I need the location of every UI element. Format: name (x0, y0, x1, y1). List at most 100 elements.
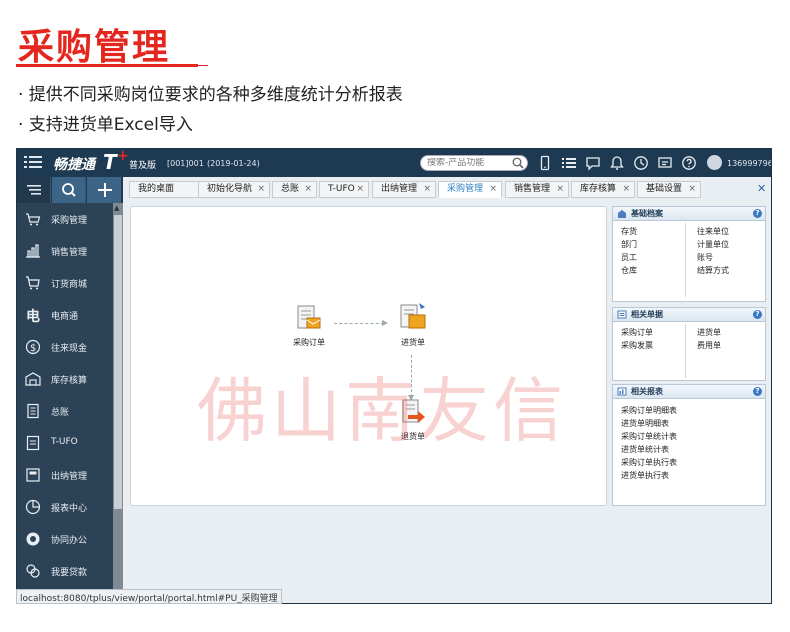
page-title: 采购管理 (18, 26, 171, 68)
link-unit[interactable]: 计量单位 (697, 238, 729, 251)
brand-logo-plus: + (117, 148, 129, 164)
panel-header: 基础档案 ? (613, 207, 765, 221)
close-icon[interactable]: × (257, 182, 265, 196)
flow-node-label: 进货单 (401, 338, 425, 347)
warehouse-icon (25, 372, 41, 386)
shopping-cart-icon (26, 276, 40, 290)
link-settlement[interactable]: 结算方式 (697, 264, 729, 277)
sidebar-item-cashier[interactable]: 出纳管理 (17, 459, 113, 491)
sidebar-item-ledger[interactable]: 总账 (17, 395, 113, 427)
help-icon[interactable]: ? (753, 310, 762, 319)
close-icon[interactable]: × (489, 182, 497, 196)
tab-basic-settings[interactable]: 基础设置 × (637, 181, 701, 198)
link-purchase-invoice[interactable]: 采购发票 (621, 339, 653, 352)
receipt-icon (400, 303, 426, 329)
app-window: 畅捷通 T + 普及版 [001]001 (2019-01-24) 136999… (16, 148, 772, 604)
tab-cashier[interactable]: 出纳管理 × (372, 181, 436, 198)
tab-label: 初始化导航 (207, 184, 253, 194)
close-icon[interactable]: × (622, 182, 630, 196)
menu-icon[interactable] (24, 155, 42, 170)
tab-inventory[interactable]: 库存核算 × (571, 181, 635, 198)
tab-desktop[interactable]: 我的桌面 (129, 181, 199, 198)
tab-init-nav[interactable]: 初始化导航 × (198, 181, 270, 198)
close-icon[interactable]: × (556, 182, 564, 196)
sidebar-item-collab[interactable]: 协同办公 (17, 523, 113, 555)
title-underline-tail (198, 65, 208, 66)
sidebar-item-cash[interactable]: $ 往来现金 (17, 331, 113, 363)
collapse-button[interactable] (17, 177, 51, 203)
sidebar-item-loan[interactable]: 我要贷款 (17, 555, 113, 587)
user-name[interactable]: 13699979658 (727, 159, 771, 168)
sidebar-item-label: 出纳管理 (51, 472, 88, 482)
avatar[interactable] (707, 155, 722, 170)
sidebar-top (17, 177, 123, 203)
search-box[interactable] (420, 155, 528, 171)
help-icon[interactable] (681, 155, 697, 171)
top-bar: 畅捷通 T + 普及版 [001]001 (2019-01-24) 136999… (17, 148, 771, 177)
help-icon[interactable]: ? (753, 387, 762, 396)
sidebar-item-report-center[interactable]: 报表中心 (17, 491, 113, 523)
link-report[interactable]: 进货单明细表 (621, 417, 677, 430)
refresh-icon[interactable] (633, 155, 649, 171)
loan-icon (26, 564, 40, 578)
close-icon[interactable]: × (423, 182, 431, 196)
sidebar-item-label: 订货商城 (51, 280, 88, 290)
tab-ledger[interactable]: 总账 × (272, 181, 317, 198)
sidebar-item-tufo[interactable]: T-UFO (17, 427, 113, 459)
search-button[interactable] (52, 177, 86, 203)
tab-tufo[interactable]: T-UFO × (319, 181, 369, 198)
mobile-icon[interactable] (537, 155, 553, 171)
link-expense[interactable]: 费用单 (697, 339, 721, 352)
link-report[interactable]: 采购订单统计表 (621, 430, 677, 443)
link-account[interactable]: 账号 (697, 251, 729, 264)
tab-purchase[interactable]: 采购管理 × (438, 181, 502, 198)
scroll-up-icon[interactable]: ▲ (114, 204, 119, 212)
sidebar-item-sales[interactable]: 销售管理 (17, 235, 113, 267)
search-icon[interactable] (512, 157, 524, 169)
brand-logo-t: T (103, 150, 117, 174)
sidebar-scrollbar[interactable]: ▲ (113, 203, 123, 603)
bell-icon[interactable] (609, 155, 625, 171)
tab-label: 库存核算 (580, 184, 617, 194)
link-partner[interactable]: 往来单位 (697, 225, 729, 238)
link-purchase-order[interactable]: 采购订单 (621, 326, 653, 339)
tab-sales[interactable]: 销售管理 × (505, 181, 569, 198)
flow-node-purchase-order[interactable]: 采购订单 (289, 303, 329, 348)
link-report[interactable]: 采购订单明细表 (621, 404, 677, 417)
scroll-thumb[interactable] (114, 215, 122, 509)
link-report[interactable]: 采购订单执行表 (621, 456, 677, 469)
svg-text:$: $ (30, 343, 36, 354)
link-department[interactable]: 部门 (621, 238, 637, 251)
link-report[interactable]: 进货单统计表 (621, 443, 677, 456)
link-employee[interactable]: 员工 (621, 251, 637, 264)
close-icon[interactable]: × (304, 182, 312, 196)
close-icon[interactable]: × (356, 182, 364, 196)
link-inventory[interactable]: 存货 (621, 225, 637, 238)
sidebar-item-purchase[interactable]: 采购管理 (17, 203, 113, 235)
sidebar-item-label: 电商通 (51, 312, 79, 322)
sidebar-item-inventory[interactable]: 库存核算 (17, 363, 113, 395)
add-button[interactable] (87, 177, 121, 203)
sidebar-item-label: 销售管理 (51, 248, 88, 258)
link-report[interactable]: 进货单执行表 (621, 469, 677, 482)
collapse-icon (27, 185, 41, 195)
help-icon[interactable]: ? (753, 209, 762, 218)
watermark-text: 佛山南友信 (197, 370, 567, 452)
flow-node-receipt[interactable]: 进货单 (393, 301, 433, 348)
panel-basic-archive: 基础档案 ? 存货 部门 员工 仓库 往来单位 计量单位 账号 结算方式 (612, 206, 766, 302)
message-icon[interactable] (585, 155, 601, 171)
sidebar-item-label: 总账 (51, 408, 70, 418)
chat-icon[interactable] (657, 155, 673, 171)
close-icon[interactable]: × (688, 182, 696, 196)
tab-label: 出纳管理 (381, 184, 418, 194)
sidebar-item-ecommerce[interactable]: 电 电商通 (17, 299, 113, 331)
list-icon[interactable] (561, 155, 577, 171)
cart-icon (26, 213, 41, 226)
sidebar-item-order-mall[interactable]: 订货商城 (17, 267, 113, 299)
bar-chart-icon (26, 244, 40, 258)
close-all-tabs-icon[interactable]: ✕ (757, 182, 766, 195)
link-warehouse[interactable]: 仓库 (621, 264, 637, 277)
link-receipt[interactable]: 进货单 (697, 326, 721, 339)
cashier-icon (26, 468, 40, 482)
search-input[interactable] (427, 158, 513, 168)
